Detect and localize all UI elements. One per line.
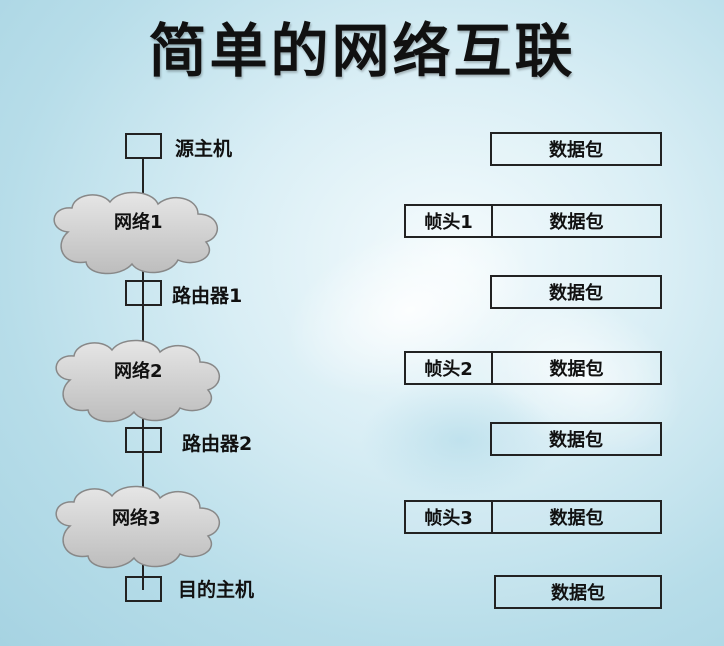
network3-label: 网络3 bbox=[112, 508, 161, 529]
packet-payload: 数据包 bbox=[549, 212, 604, 233]
source-host-node bbox=[125, 133, 162, 159]
source-host-label: 源主机 bbox=[175, 138, 233, 160]
packet-payload: 数据包 bbox=[549, 283, 603, 304]
packet-payload: 数据包 bbox=[549, 508, 604, 529]
network1-label: 网络1 bbox=[114, 212, 163, 233]
frame-header: 帧头3 bbox=[406, 502, 493, 532]
packet-payload: 数据包 bbox=[551, 583, 605, 604]
packet-row: 数据包 bbox=[494, 575, 662, 609]
packet-payload: 数据包 bbox=[549, 359, 604, 380]
frame-header: 帧头1 bbox=[406, 206, 493, 236]
packet-row: 数据包 bbox=[490, 422, 662, 456]
dest-host-label: 目的主机 bbox=[178, 579, 255, 601]
packet-row: 数据包 bbox=[490, 132, 662, 166]
router1-label: 路由器1 bbox=[172, 285, 243, 307]
packet-row: 数据包 bbox=[490, 275, 662, 309]
frame-row: 帧头2 数据包 bbox=[404, 351, 662, 385]
router2-label: 路由器2 bbox=[182, 433, 253, 455]
network2-label: 网络2 bbox=[114, 361, 163, 382]
packet-payload: 数据包 bbox=[549, 430, 603, 451]
frame-row: 帧头1 数据包 bbox=[404, 204, 662, 238]
frame-header: 帧头2 bbox=[406, 353, 493, 383]
packet-payload: 数据包 bbox=[549, 140, 603, 161]
frame-row: 帧头3 数据包 bbox=[404, 500, 662, 534]
network-diagram bbox=[53, 133, 220, 602]
